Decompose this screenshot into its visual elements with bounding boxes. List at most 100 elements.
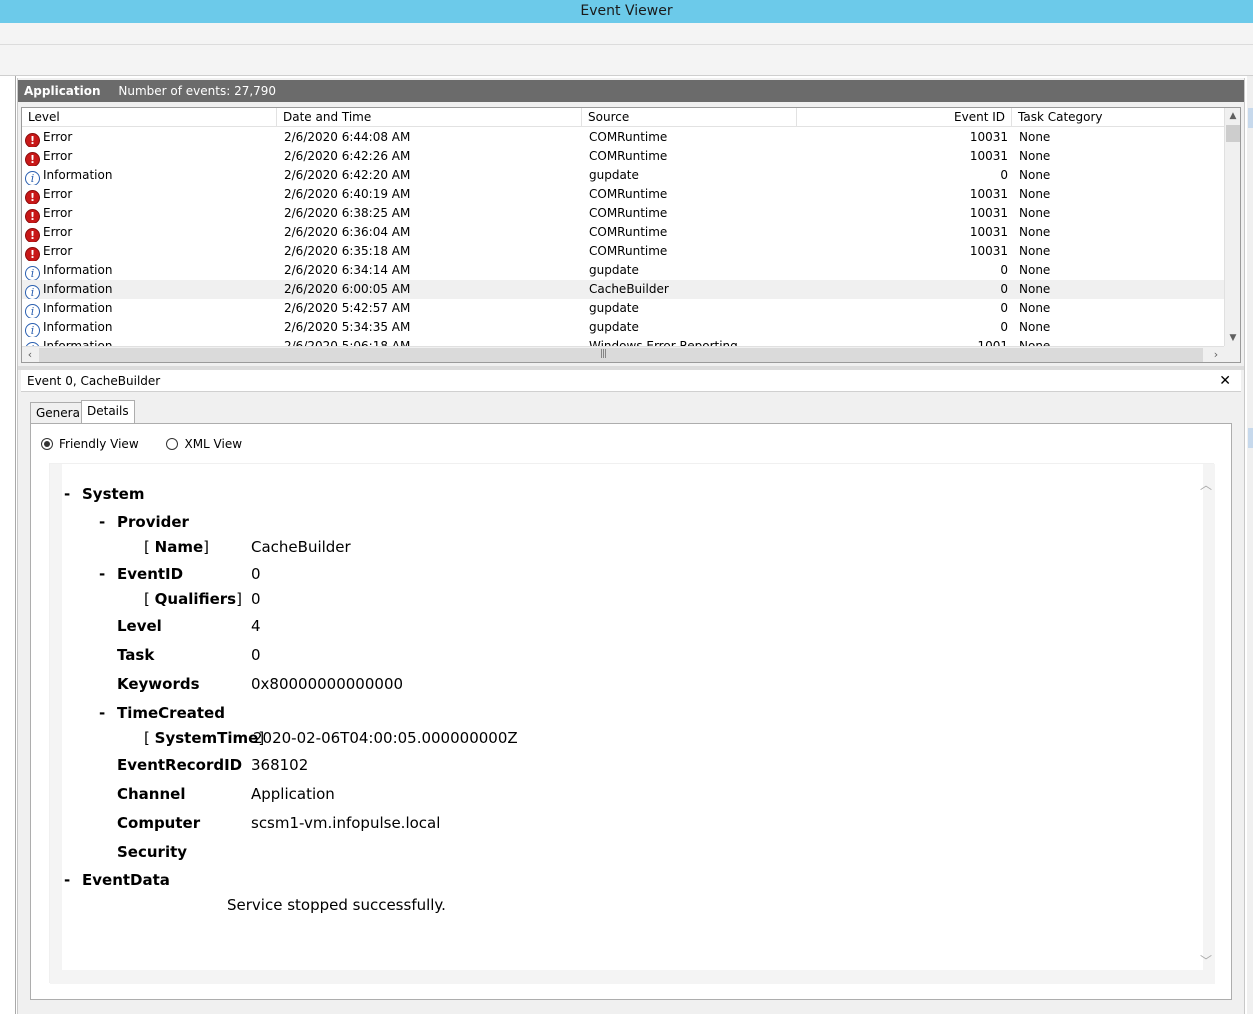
scroll-left-icon[interactable]: ‹ (22, 347, 38, 362)
qualifiers-key: Qualifiers (154, 590, 237, 608)
task-category-cell: None (1019, 206, 1051, 220)
chevron-down-icon[interactable]: ﹀ (1200, 952, 1212, 969)
level-text: Information (43, 320, 113, 334)
date-cell: 2/6/2020 6:42:26 AM (284, 149, 411, 163)
level-cell: iInformation (25, 299, 275, 318)
name-attribute: [ Name] (144, 538, 209, 556)
info-icon: i (25, 266, 40, 280)
level-value: 4 (251, 617, 261, 635)
level-text: Error (43, 187, 73, 201)
actions-pane-tab-lower[interactable] (1248, 428, 1253, 448)
level-cell: ! Error (25, 185, 275, 204)
level-cell: iInformation (25, 280, 275, 299)
column-source[interactable]: Source (582, 108, 797, 127)
source-cell: CacheBuilder (589, 282, 669, 296)
channel-value: Application (251, 785, 335, 803)
event-count: Number of events: 27,790 (118, 84, 277, 98)
column-event-id[interactable]: Event ID (797, 108, 1012, 127)
event-id-cell: 0 (1000, 301, 1008, 315)
event-id-cell: 0 (1000, 168, 1008, 182)
systemtime-key: SystemTime (154, 729, 259, 747)
system-collapse-toggle[interactable]: - (64, 485, 70, 503)
table-row[interactable]: i Information 2/6/2020 6:00:05 AM CacheBuil… (22, 280, 1224, 299)
info-icon: i (25, 171, 40, 185)
eventdata-value: Service stopped successfully. (227, 896, 446, 914)
table-row[interactable]: ! Error 2/6/2020 6:35:18 AM COMRuntime 10031… (22, 242, 1224, 261)
horizontal-scroll-thumb[interactable] (39, 348, 1203, 362)
keywords-key: Keywords (117, 675, 200, 693)
name-value: CacheBuilder (251, 538, 351, 556)
xml-view-label: XML View (184, 437, 243, 451)
friendly-view-radio[interactable] (41, 438, 53, 450)
recordid-key: EventRecordID (117, 756, 243, 774)
xml-view-option[interactable]: XML View (166, 437, 242, 451)
main-pane: Application Number of events: 27,790 Lev… (17, 78, 1245, 1014)
chevron-up-icon[interactable]: ︿ (1200, 476, 1212, 493)
channel-key: Channel (117, 785, 186, 803)
grid-horizontal-scrollbar[interactable]: ‹ ||| › (22, 346, 1224, 362)
scroll-grip-icon: ||| (600, 349, 607, 359)
table-row[interactable]: i Information 2/6/2020 5:42:57 AM gupdate 0 N… (22, 299, 1224, 318)
table-row[interactable]: ! Error 2/6/2020 6:44:08 AM COMRuntime 10031… (22, 128, 1224, 147)
source-cell: gupdate (589, 263, 639, 277)
details-panel: Friendly View XML View - System - Provid… (30, 423, 1232, 1000)
info-icon: i (25, 323, 40, 337)
level-text: Error (43, 149, 73, 163)
recordid-value: 368102 (251, 756, 309, 774)
event-rows: ! Error 2/6/2020 6:44:08 AM COMRuntime 10031… (22, 128, 1224, 347)
level-cell: ! Error (25, 242, 275, 261)
provider-collapse-toggle[interactable]: - (99, 513, 105, 531)
vertical-scroll-thumb[interactable] (1226, 125, 1240, 142)
level-cell: ! Error (25, 204, 275, 223)
eventid-value: 0 (251, 565, 261, 583)
grid-vertical-scrollbar[interactable]: ▲ ▼ (1224, 108, 1240, 346)
level-text: Error (43, 130, 73, 144)
event-id-cell: 10031 (969, 187, 1008, 201)
table-row[interactable]: ! Error 2/6/2020 6:42:26 AM COMRuntime 10031… (22, 147, 1224, 166)
console-tree-edge (0, 76, 16, 1014)
task-category-cell: None (1019, 244, 1051, 258)
timecreated-collapse-toggle[interactable]: - (99, 704, 105, 722)
timecreated-node: TimeCreated (117, 704, 225, 722)
source-cell: COMRuntime (589, 225, 668, 239)
log-header: Application Number of events: 27,790 (18, 80, 1244, 102)
level-cell: ! Error (25, 223, 275, 242)
source-cell: gupdate (589, 301, 639, 315)
task-category-cell: None (1019, 130, 1051, 144)
eventdata-collapse-toggle[interactable]: - (64, 871, 70, 889)
scroll-up-icon[interactable]: ▲ (1225, 108, 1240, 124)
actions-pane-tab[interactable] (1248, 108, 1253, 128)
source-cell: COMRuntime (589, 187, 668, 201)
table-row[interactable]: i Information 2/6/2020 6:42:20 AM gupdate 0 N… (22, 166, 1224, 185)
event-id-cell: 10031 (969, 130, 1008, 144)
friendly-view-frame (50, 464, 1215, 984)
scroll-down-icon[interactable]: ▼ (1225, 330, 1240, 346)
table-row[interactable]: ! Error 2/6/2020 6:40:19 AM COMRuntime 10031… (22, 185, 1224, 204)
date-cell: 2/6/2020 6:36:04 AM (284, 225, 411, 239)
table-row[interactable]: ! Error 2/6/2020 6:36:04 AM COMRuntime 10031… (22, 223, 1224, 242)
xml-view-radio[interactable] (166, 438, 179, 450)
level-cell: ! Error (25, 128, 275, 147)
column-level[interactable]: Level (22, 108, 277, 127)
date-cell: 2/6/2020 6:44:08 AM (284, 130, 411, 144)
close-icon[interactable]: ✕ (1219, 370, 1231, 392)
event-id-cell: 0 (1000, 320, 1008, 334)
level-text: Error (43, 244, 73, 258)
friendly-view-option[interactable]: Friendly View (41, 437, 139, 451)
task-category-cell: None (1019, 187, 1051, 201)
column-task-category[interactable]: Task Category (1012, 108, 1224, 127)
eventid-collapse-toggle[interactable]: - (99, 565, 105, 583)
level-text: Error (43, 206, 73, 220)
keywords-value: 0x80000000000000 (251, 675, 404, 693)
table-row[interactable]: i Information 2/6/2020 5:34:35 AM gupdate 0 N… (22, 318, 1224, 337)
column-date-time[interactable]: Date and Time (277, 108, 582, 127)
scroll-right-icon[interactable]: › (1208, 347, 1224, 362)
event-detail-title: Event 0, CacheBuilder (27, 374, 161, 388)
systemtime-value: 2020-02-06T04:00:05.000000000Z (253, 729, 518, 747)
tab-details[interactable]: Details (81, 400, 135, 424)
scroll-corner (1224, 346, 1240, 362)
event-detail-header: Event 0, CacheBuilder ✕ (21, 370, 1241, 392)
event-id-cell: 10031 (969, 206, 1008, 220)
table-row[interactable]: i Information 2/6/2020 6:34:14 AM gupdate 0 N… (22, 261, 1224, 280)
table-row[interactable]: ! Error 2/6/2020 6:38:25 AM COMRuntime 10031… (22, 204, 1224, 223)
